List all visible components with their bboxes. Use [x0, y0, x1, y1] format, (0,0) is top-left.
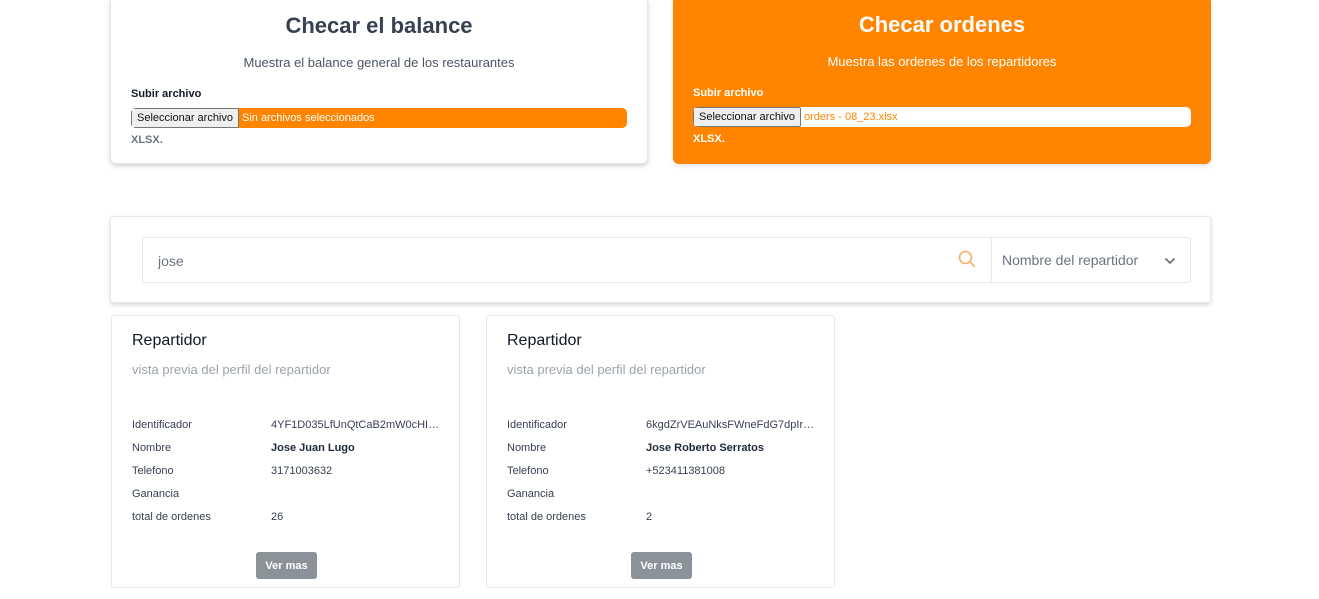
filter-select-value: Nombre del repartidor: [1002, 252, 1139, 268]
driver-phone-label: Telefono: [132, 465, 174, 477]
orders-file-hint: XLSX.: [693, 133, 725, 145]
driver-name-label: Nombre: [507, 442, 547, 454]
balance-card-description: Muestra el balance general de los restau…: [243, 55, 515, 70]
driver-name-label: Nombre: [132, 442, 172, 454]
balance-upload-label: Subir archivo: [131, 88, 202, 100]
orders-card: Checar ordenes Muestra las ordenes de lo…: [673, 0, 1211, 164]
driver-card: Repartidor vista previa del perfil del r…: [111, 315, 460, 588]
driver-name-value: Jose Juan Lugo: [271, 442, 355, 454]
balance-select-file-button[interactable]: Seleccionar archivo: [131, 108, 239, 128]
driver-orders-label: total de ordenes: [132, 511, 211, 523]
orders-card-description: Muestra las ordenes de los repartidores: [827, 54, 1057, 69]
chevron-down-icon: [1165, 258, 1175, 264]
driver-orders-value: 2: [646, 511, 653, 523]
orders-select-file-button[interactable]: Seleccionar archivo: [693, 107, 801, 127]
driver-earnings-label: Ganancia: [132, 488, 180, 500]
balance-file-status: Sin archivos seleccionados: [242, 112, 375, 124]
driver-orders-value: 26: [271, 511, 284, 523]
driver-card: Repartidor vista previa del perfil del r…: [486, 315, 835, 588]
balance-card: Checar el balance Muestra el balance gen…: [110, 0, 648, 164]
orders-upload-label: Subir archivo: [693, 87, 764, 99]
driver-id-value: 6kgdZrVEAuNksFWneFdG7dpIrb...: [646, 419, 818, 431]
driver-phone-label: Telefono: [507, 465, 549, 477]
balance-card-title: Checar el balance: [285, 13, 473, 38]
driver-card-title: Repartidor: [132, 332, 207, 349]
driver-id-label: Identificador: [132, 419, 192, 431]
orders-file-status: orders - 08_23.xlsx: [804, 111, 898, 123]
balance-file-hint: XLSX.: [131, 134, 163, 146]
see-more-button[interactable]: Ver mas: [256, 552, 317, 579]
driver-name-value: Jose Roberto Serratos: [646, 442, 764, 454]
search-icon[interactable]: [957, 249, 977, 269]
search-panel: Nombre del repartidor: [110, 216, 1211, 303]
driver-card-title: Repartidor: [507, 332, 582, 349]
see-more-button[interactable]: Ver mas: [631, 552, 692, 579]
driver-earnings-label: Ganancia: [507, 488, 555, 500]
orders-file-input[interactable]: Seleccionar archivo orders - 08_23.xlsx: [693, 107, 1191, 127]
driver-orders-label: total de ordenes: [507, 511, 586, 523]
orders-card-title: Checar ordenes: [858, 12, 1026, 37]
search-input[interactable]: [156, 238, 940, 284]
driver-phone-value: +523411381008: [646, 465, 726, 477]
search-box: [142, 237, 992, 284]
driver-phone-value: 3171003632: [271, 465, 333, 477]
driver-card-subtitle: vista previa del perfil del repartidor: [507, 362, 706, 377]
driver-id-label: Identificador: [507, 419, 567, 431]
filter-select[interactable]: Nombre del repartidor: [991, 237, 1191, 283]
driver-card-subtitle: vista previa del perfil del repartidor: [132, 362, 331, 377]
balance-file-input[interactable]: Seleccionar archivo Sin archivos selecci…: [131, 108, 627, 128]
driver-id-value: 4YF1D035LfUnQtCaB2mW0cHID...: [271, 419, 443, 431]
